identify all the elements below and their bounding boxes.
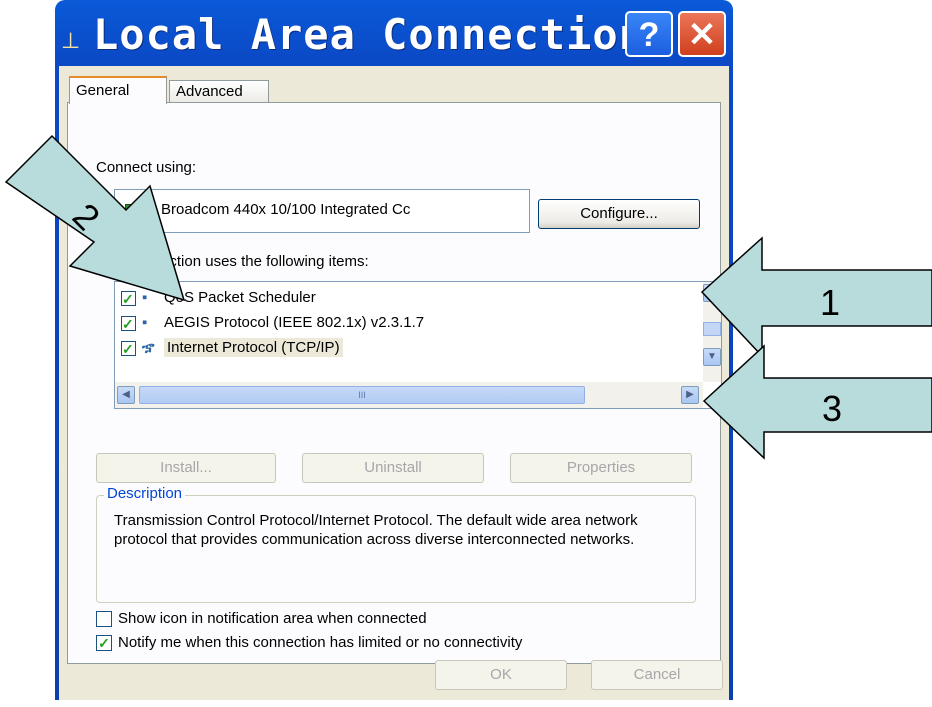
arrow-3-label: 3 [822,388,843,429]
arrow-1-shape [700,236,932,358]
tab-general[interactable]: General [69,76,167,104]
arrow-1-label: 1 [820,282,841,323]
annotation-arrows [4,134,932,460]
arrow-3-shape [702,344,932,460]
